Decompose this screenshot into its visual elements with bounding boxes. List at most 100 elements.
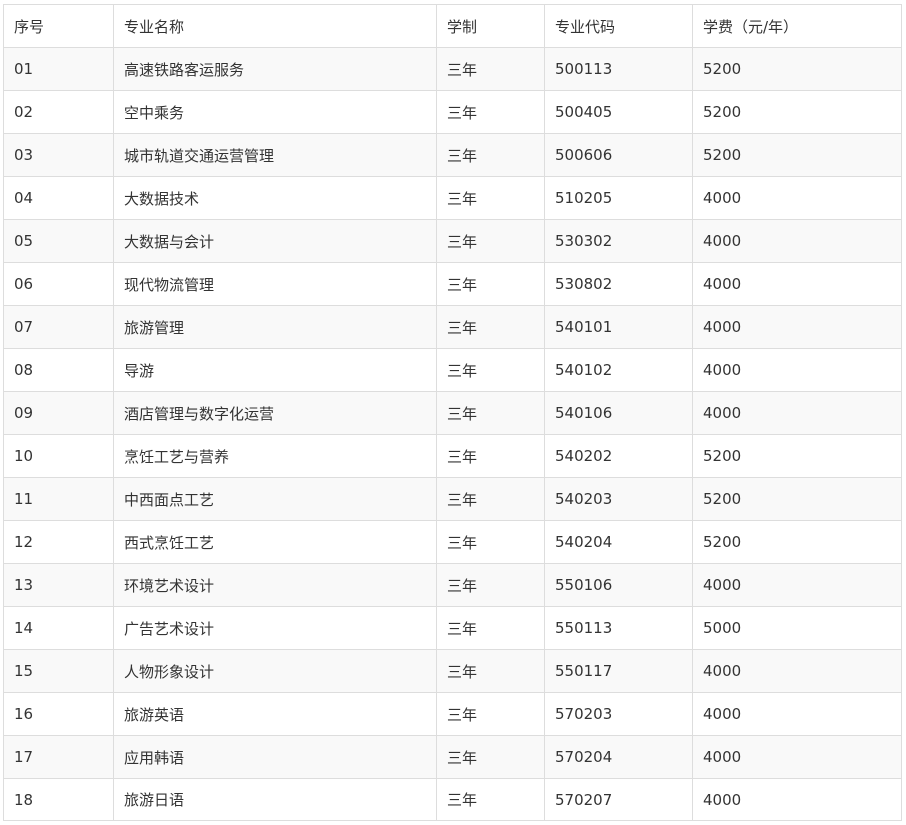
cell-tuition: 5200: [692, 47, 902, 91]
cell-duration: 三年: [436, 348, 545, 392]
cell-major-name: 人物形象设计: [113, 649, 437, 693]
cell-major-code: 570204: [544, 735, 693, 779]
cell-duration: 三年: [436, 606, 545, 650]
cell-major-name: 导游: [113, 348, 437, 392]
cell-major-code: 510205: [544, 176, 693, 220]
cell-major-code: 530302: [544, 219, 693, 263]
cell-major-code: 500606: [544, 133, 693, 177]
cell-tuition: 5200: [692, 477, 902, 521]
cell-tuition: 4000: [692, 563, 902, 607]
table-row: 13 环境艺术设计 三年 550106 4000: [3, 563, 902, 607]
cell-duration: 三年: [436, 434, 545, 478]
cell-major-name: 城市轨道交通运营管理: [113, 133, 437, 177]
cell-index: 06: [3, 262, 114, 306]
cell-duration: 三年: [436, 133, 545, 177]
cell-index: 15: [3, 649, 114, 693]
table-row: 02 空中乘务 三年 500405 5200: [3, 90, 902, 134]
header-row: 序号 专业名称 学制 专业代码 学费（元/年）: [3, 4, 902, 48]
cell-duration: 三年: [436, 391, 545, 435]
cell-duration: 三年: [436, 735, 545, 779]
table-row: 17 应用韩语 三年 570204 4000: [3, 735, 902, 779]
table-header: 序号 专业名称 学制 专业代码 学费（元/年）: [3, 4, 902, 48]
cell-major-code: 530802: [544, 262, 693, 306]
cell-major-name: 中西面点工艺: [113, 477, 437, 521]
table-row: 04 大数据技术 三年 510205 4000: [3, 176, 902, 220]
cell-duration: 三年: [436, 262, 545, 306]
cell-major-code: 550117: [544, 649, 693, 693]
cell-major-name: 大数据技术: [113, 176, 437, 220]
cell-tuition: 4000: [692, 391, 902, 435]
cell-tuition: 5200: [692, 520, 902, 564]
cell-index: 02: [3, 90, 114, 134]
table-row: 14 广告艺术设计 三年 550113 5000: [3, 606, 902, 650]
cell-major-code: 500405: [544, 90, 693, 134]
cell-major-name: 大数据与会计: [113, 219, 437, 263]
cell-major-name: 烹饪工艺与营养: [113, 434, 437, 478]
header-major-code: 专业代码: [544, 4, 693, 48]
cell-tuition: 5200: [692, 133, 902, 177]
cell-duration: 三年: [436, 90, 545, 134]
cell-major-code: 540203: [544, 477, 693, 521]
cell-major-name: 广告艺术设计: [113, 606, 437, 650]
cell-tuition: 5000: [692, 606, 902, 650]
cell-index: 07: [3, 305, 114, 349]
table-row: 06 现代物流管理 三年 530802 4000: [3, 262, 902, 306]
cell-major-name: 空中乘务: [113, 90, 437, 134]
cell-major-name: 环境艺术设计: [113, 563, 437, 607]
cell-index: 04: [3, 176, 114, 220]
cell-duration: 三年: [436, 47, 545, 91]
cell-index: 17: [3, 735, 114, 779]
cell-major-name: 高速铁路客运服务: [113, 47, 437, 91]
cell-duration: 三年: [436, 520, 545, 564]
cell-index: 16: [3, 692, 114, 736]
cell-major-code: 570203: [544, 692, 693, 736]
cell-major-name: 旅游管理: [113, 305, 437, 349]
cell-major-code: 540204: [544, 520, 693, 564]
cell-major-code: 570207: [544, 778, 693, 821]
cell-duration: 三年: [436, 692, 545, 736]
cell-index: 13: [3, 563, 114, 607]
cell-major-code: 550106: [544, 563, 693, 607]
cell-index: 08: [3, 348, 114, 392]
table-row: 18 旅游日语 三年 570207 4000: [3, 778, 902, 821]
cell-tuition: 4000: [692, 305, 902, 349]
cell-major-name: 酒店管理与数字化运营: [113, 391, 437, 435]
cell-tuition: 4000: [692, 348, 902, 392]
table-row: 10 烹饪工艺与营养 三年 540202 5200: [3, 434, 902, 478]
cell-tuition: 4000: [692, 778, 902, 821]
cell-duration: 三年: [436, 563, 545, 607]
table-row: 03 城市轨道交通运营管理 三年 500606 5200: [3, 133, 902, 177]
cell-major-name: 旅游英语: [113, 692, 437, 736]
cell-tuition: 4000: [692, 219, 902, 263]
table-row: 15 人物形象设计 三年 550117 4000: [3, 649, 902, 693]
cell-duration: 三年: [436, 176, 545, 220]
header-duration: 学制: [436, 4, 545, 48]
cell-tuition: 4000: [692, 735, 902, 779]
cell-major-code: 540101: [544, 305, 693, 349]
table-row: 12 西式烹饪工艺 三年 540204 5200: [3, 520, 902, 564]
cell-index: 05: [3, 219, 114, 263]
cell-index: 18: [3, 778, 114, 821]
cell-index: 12: [3, 520, 114, 564]
table-body: 01 高速铁路客运服务 三年 500113 5200 02 空中乘务 三年 500405 5200…: [3, 47, 902, 821]
cell-major-code: 540106: [544, 391, 693, 435]
cell-index: 14: [3, 606, 114, 650]
header-major-name: 专业名称: [113, 4, 437, 48]
cell-major-name: 应用韩语: [113, 735, 437, 779]
majors-table: 序号 专业名称 学制 专业代码 学费（元/年） 01 高速铁路客运服务 三年 5001…: [3, 4, 902, 821]
cell-duration: 三年: [436, 477, 545, 521]
cell-tuition: 4000: [692, 262, 902, 306]
cell-tuition: 4000: [692, 176, 902, 220]
cell-index: 09: [3, 391, 114, 435]
cell-major-code: 550113: [544, 606, 693, 650]
cell-duration: 三年: [436, 649, 545, 693]
cell-duration: 三年: [436, 778, 545, 821]
cell-index: 11: [3, 477, 114, 521]
cell-tuition: 5200: [692, 434, 902, 478]
table-row: 05 大数据与会计 三年 530302 4000: [3, 219, 902, 263]
table-row: 01 高速铁路客运服务 三年 500113 5200: [3, 47, 902, 91]
header-index: 序号: [3, 4, 114, 48]
cell-index: 01: [3, 47, 114, 91]
cell-index: 10: [3, 434, 114, 478]
cell-duration: 三年: [436, 305, 545, 349]
